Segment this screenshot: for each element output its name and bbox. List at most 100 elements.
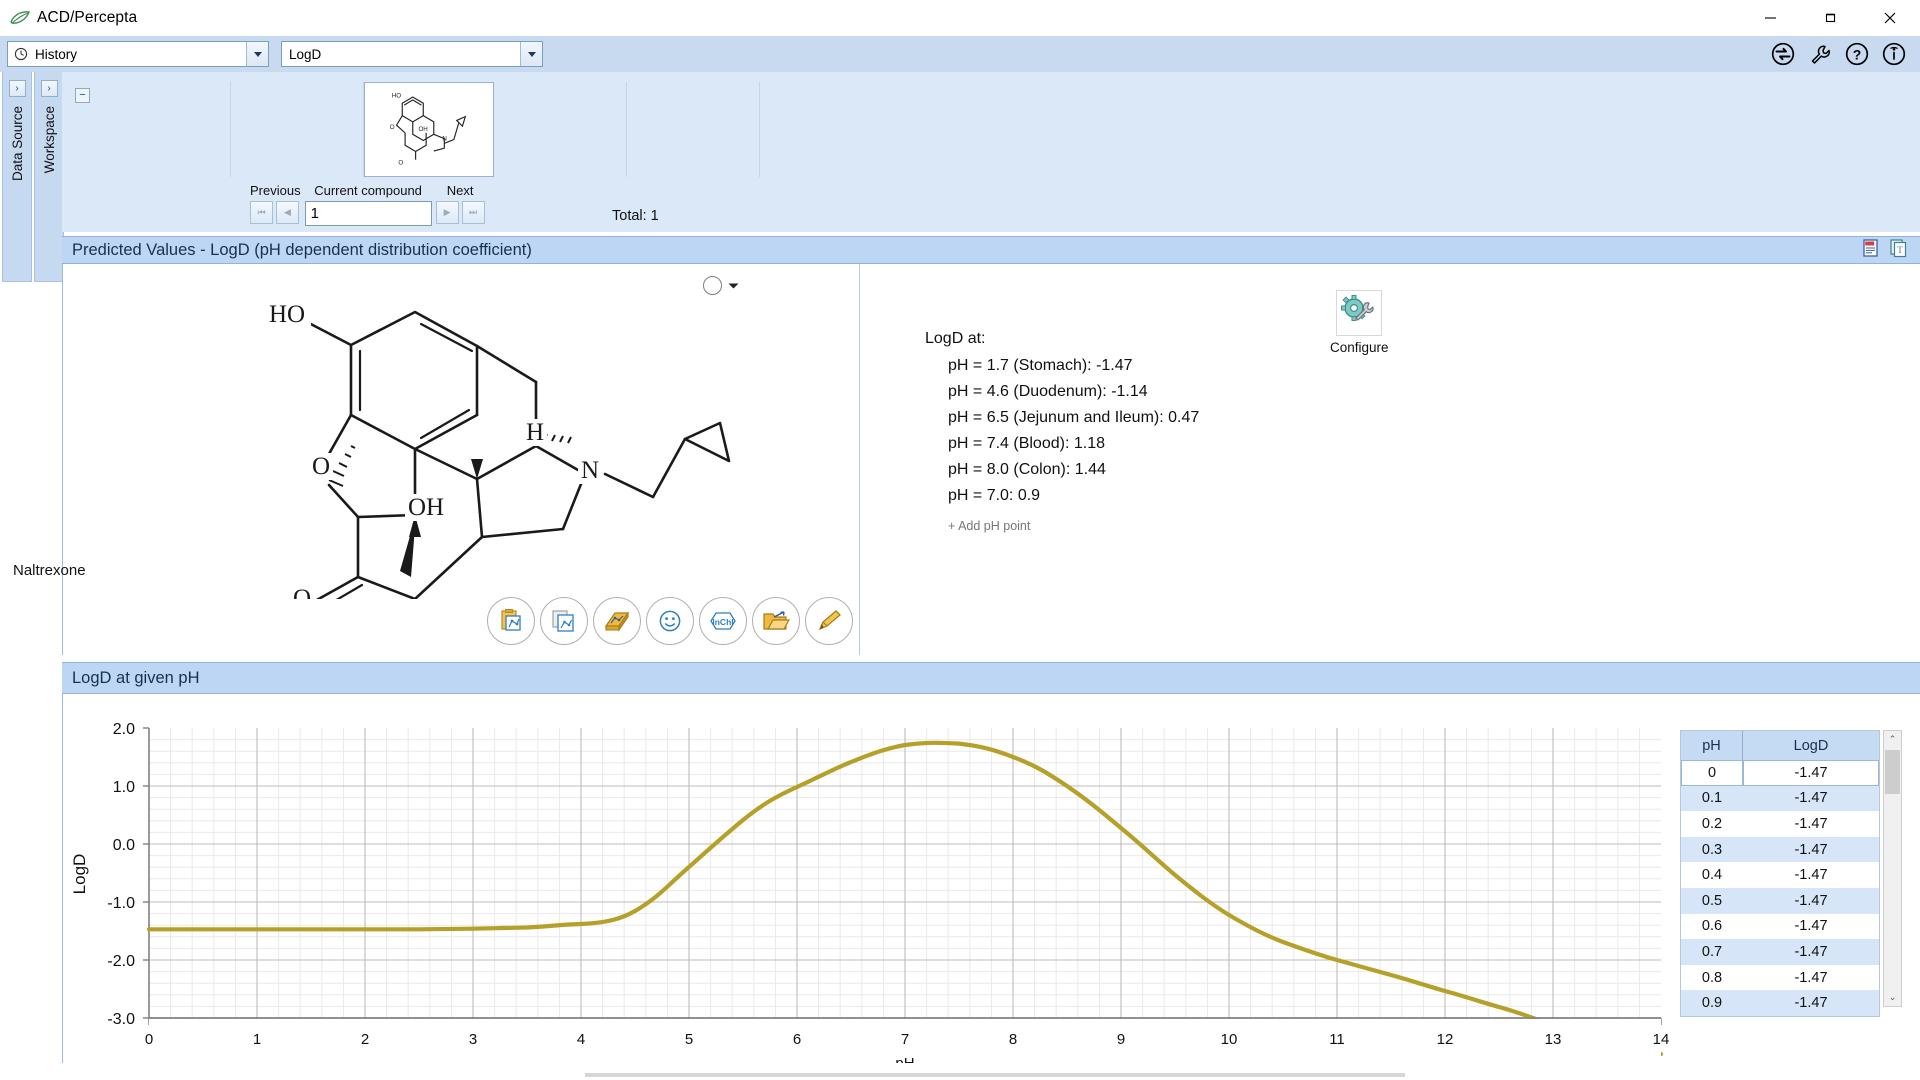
atom-label-HO: HO — [269, 301, 305, 328]
next-compound-button[interactable]: ▶ — [436, 201, 459, 224]
table-row[interactable]: 0.2 -1.47 — [1681, 811, 1879, 837]
history-combo-value: History — [33, 47, 246, 62]
table-row[interactable]: 0.1 -1.47 — [1681, 786, 1879, 812]
paste-structure-button[interactable] — [487, 597, 535, 645]
chevron-down-icon[interactable] — [520, 42, 542, 66]
info-icon[interactable] — [1881, 41, 1907, 67]
svg-text:?: ? — [1853, 47, 1862, 63]
naltrexone-thumbnail-icon: HO O OH N O — [370, 87, 488, 173]
table-row[interactable]: 0.6 -1.47 — [1681, 914, 1879, 940]
structure-action-buttons: InChI — [487, 597, 853, 645]
last-compound-button[interactable]: ⏭ — [462, 201, 485, 224]
table-row[interactable]: 0.9 -1.47 — [1681, 990, 1879, 1016]
copy-structure-button[interactable] — [540, 597, 588, 645]
configure-button[interactable]: Configure — [1330, 290, 1389, 355]
compound-name: Naltrexone — [13, 562, 86, 579]
cell-ph: 0.2 — [1681, 811, 1743, 837]
cell-ph: 0.1 — [1681, 786, 1743, 812]
module-combo[interactable]: LogD — [281, 41, 543, 67]
cell-ph: 0.3 — [1681, 837, 1743, 863]
edit-structure-button[interactable] — [805, 597, 853, 645]
thumbnail-slot[interactable] — [231, 82, 364, 177]
cell-ph: 0.8 — [1681, 965, 1743, 991]
ph-logd-table[interactable]: pH LogD 0 -1.47 0.1 -1.47 0.2 -1.47 0.3 … — [1680, 730, 1880, 1017]
minimize-button[interactable] — [1740, 0, 1800, 36]
main-toolbar: History LogD ? — [0, 36, 1920, 72]
table-row[interactable]: 0.4 -1.47 — [1681, 862, 1879, 888]
cell-logd: -1.47 — [1743, 939, 1879, 965]
bottom-strip — [0, 1063, 1920, 1080]
logd-chart-panel: 2.0 1.0 0.0 -1.0 -2.0 -3.0 0 1 2 3 4 5 6… — [62, 694, 1920, 1080]
svg-text:O: O — [398, 159, 403, 166]
logd-entry: pH = 6.5 (Jejunum and Ileum): 0.47 — [925, 405, 1199, 431]
cell-logd: -1.47 — [1743, 965, 1879, 991]
window-controls — [1740, 0, 1920, 36]
table-row[interactable]: 0.8 -1.47 — [1681, 965, 1879, 991]
inchi-button[interactable]: InChI — [699, 597, 747, 645]
close-button[interactable] — [1860, 0, 1920, 36]
dictionary-button[interactable] — [593, 597, 641, 645]
x-tick-label: 4 — [577, 1031, 585, 1048]
add-ph-point-link[interactable]: + Add pH point — [925, 513, 1199, 539]
cell-logd: -1.47 — [1743, 914, 1879, 940]
copy-text-icon[interactable]: T — [1889, 238, 1909, 263]
current-compound-group: Current compound — [305, 183, 432, 226]
thumbnail-slot[interactable] — [494, 82, 627, 177]
expand-icon[interactable]: › — [9, 80, 26, 97]
logd-entry: pH = 4.6 (Duodenum): -1.14 — [925, 379, 1199, 405]
cell-ph: 0.5 — [1681, 888, 1743, 914]
x-tick-label: 14 — [1653, 1031, 1670, 1048]
table-scrollbar[interactable]: ⌃ ⌄ — [1883, 730, 1902, 1007]
scroll-down-button[interactable]: ⌄ — [1884, 989, 1901, 1006]
thumbnail-slot[interactable] — [98, 82, 231, 177]
first-compound-button[interactable]: ⏮ — [250, 201, 273, 224]
table-row[interactable]: 0.5 -1.47 — [1681, 888, 1879, 914]
switch-module-icon[interactable] — [1770, 41, 1796, 67]
cell-logd: -1.47 — [1743, 786, 1879, 812]
thumbnail-selected[interactable]: HO O OH N O — [364, 82, 494, 177]
smiles-button[interactable] — [646, 597, 694, 645]
scrollbar-thumb[interactable] — [1885, 750, 1900, 794]
logd-chart-svg[interactable]: 2.0 1.0 0.0 -1.0 -2.0 -3.0 0 1 2 3 4 5 6… — [63, 694, 1920, 1080]
maximize-button[interactable] — [1800, 0, 1860, 36]
table-header-row: pH LogD — [1681, 731, 1879, 760]
svg-text:HO: HO — [392, 92, 401, 99]
scroll-up-button[interactable]: ⌃ — [1884, 731, 1901, 748]
logd-entry: pH = 1.7 (Stomach): -1.47 — [925, 353, 1199, 379]
table-row[interactable]: 0.7 -1.47 — [1681, 939, 1879, 965]
export-pdf-icon[interactable] — [1861, 238, 1881, 263]
table-row[interactable]: 0.3 -1.47 — [1681, 837, 1879, 863]
chevron-down-icon[interactable] — [246, 42, 268, 66]
molecule-structure: HO O OH H N O — [233, 289, 793, 599]
expand-icon[interactable]: › — [41, 80, 58, 97]
svg-text:N: N — [442, 135, 446, 142]
logd-heading: LogD at: — [925, 326, 1199, 352]
sidebar-tab-label: Data Source — [10, 106, 25, 181]
current-compound-input[interactable] — [305, 201, 432, 226]
y-tick-label: -1.0 — [107, 895, 135, 912]
sidebar-tab-workspace[interactable]: › Workspace — [34, 72, 64, 282]
svg-text:O: O — [390, 124, 395, 131]
x-tick-label: 13 — [1545, 1031, 1562, 1048]
sidebar-tab-data-source[interactable]: › Data Source — [2, 72, 32, 282]
help-icon[interactable]: ? — [1844, 41, 1870, 67]
y-tick-label: -2.0 — [107, 953, 135, 970]
logd-entry: pH = 7.4 (Blood): 1.18 — [925, 431, 1199, 457]
wrench-icon[interactable] — [1807, 41, 1833, 67]
table-row[interactable]: 0 -1.47 — [1681, 760, 1879, 786]
y-tick-label: 0.0 — [113, 837, 135, 854]
thumbnail-slot[interactable] — [627, 82, 760, 177]
app-leaf-icon — [9, 8, 31, 28]
y-tick-label: 1.0 — [113, 779, 135, 796]
configure-label: Configure — [1330, 340, 1389, 355]
svg-text:OH: OH — [418, 125, 427, 132]
bottom-scroll-indicator[interactable] — [585, 1073, 1405, 1077]
clock-icon — [14, 47, 28, 61]
open-file-button[interactable] — [752, 597, 800, 645]
cell-logd: -1.47 — [1743, 888, 1879, 914]
compound-navigation: Previous ⏮ ◀ Current compound Next ▶ ⏭ — [250, 183, 485, 226]
x-tick-label: 0 — [145, 1031, 153, 1048]
collapse-strip-button[interactable]: − — [75, 88, 90, 103]
history-combo[interactable]: History — [7, 41, 269, 67]
previous-compound-button[interactable]: ◀ — [276, 201, 299, 224]
